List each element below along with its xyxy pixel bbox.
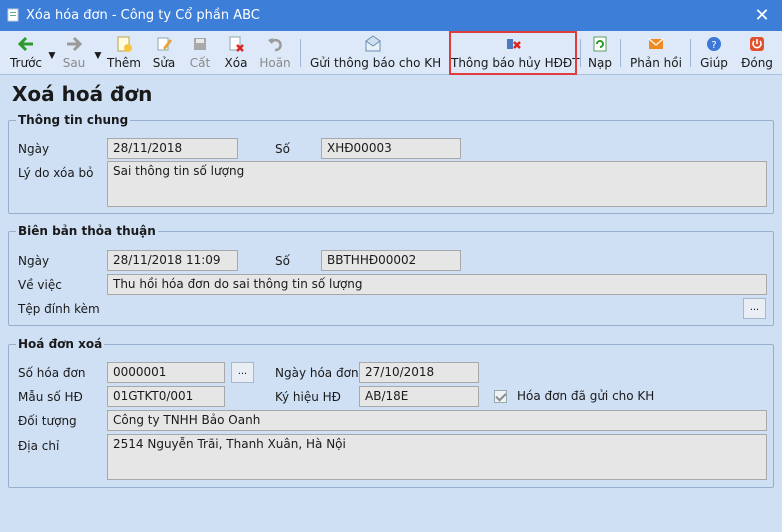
reload-icon xyxy=(593,36,607,52)
date-label: Ngày xyxy=(18,142,50,156)
sent-label: Hóa đơn đã gửi cho KH xyxy=(517,389,655,403)
help-icon: ? xyxy=(707,37,721,51)
reload-button[interactable]: Nạp xyxy=(586,33,614,73)
toolbar-separator xyxy=(300,39,301,67)
next-button[interactable]: Sau xyxy=(56,33,92,73)
invoice-number-label: Số hóa đơn xyxy=(18,366,86,380)
agreement-number-field[interactable]: BBTHHĐ00002 xyxy=(321,250,461,271)
envelope-icon xyxy=(365,35,381,52)
power-icon xyxy=(750,37,764,51)
toolbar-separator xyxy=(690,39,691,67)
feedback-button[interactable]: Phản hồi xyxy=(628,33,684,73)
delete-document-icon xyxy=(229,36,244,52)
add-button[interactable]: Thêm xyxy=(104,33,144,73)
object-field[interactable]: Công ty TNHH Bảo Oanh xyxy=(107,410,767,431)
arrow-right-icon xyxy=(67,36,83,52)
svg-text:?: ? xyxy=(711,40,716,51)
next-dropdown-caret[interactable]: ▼ xyxy=(92,48,104,62)
save-disk-icon xyxy=(194,38,206,50)
edit-pencil-icon xyxy=(157,37,172,51)
attachment-label: Tệp đính kèm xyxy=(18,302,100,316)
undo-button[interactable]: Hoãn xyxy=(256,33,294,73)
reason-label: Lý do xóa bỏ xyxy=(18,166,94,180)
undo-icon xyxy=(268,38,282,52)
invoice-group: Hoá đơn xoá Số hóa đơn 0000001 ... Ngày … xyxy=(8,337,774,488)
template-field[interactable]: 01GTKT0/001 xyxy=(107,386,225,407)
date-field[interactable]: 28/11/2018 xyxy=(107,138,238,159)
subject-label: Về việc xyxy=(18,278,62,292)
agreement-group: Biên bản thỏa thuận Ngày 28/11/2018 11:0… xyxy=(8,224,774,326)
invoice-date-field[interactable]: 27/10/2018 xyxy=(359,362,479,383)
agreement-date-label: Ngày xyxy=(18,254,50,268)
group-title: Hoá đơn xoá xyxy=(16,337,105,351)
app-icon xyxy=(7,8,19,22)
group-title: Biên bản thỏa thuận xyxy=(16,224,158,238)
toolbar-separator xyxy=(580,39,581,67)
reason-field[interactable]: Sai thông tin số lượng xyxy=(107,161,767,207)
prev-button[interactable]: Trước xyxy=(6,33,46,73)
delete-button[interactable]: Xóa xyxy=(220,33,252,73)
symbol-field[interactable]: AB/18E xyxy=(359,386,479,407)
save-button[interactable]: Cất xyxy=(184,33,216,73)
page-title: Xoá hoá đơn xyxy=(12,82,153,106)
highlight-box xyxy=(449,31,577,75)
window-close-button[interactable]: ✕ xyxy=(752,5,772,25)
number-label: Số xyxy=(275,142,290,156)
symbol-label: Ký hiệu HĐ xyxy=(275,390,341,404)
toolbar-separator xyxy=(620,39,621,67)
invoice-lookup-button[interactable]: ... xyxy=(231,362,254,383)
agreement-number-label: Số xyxy=(275,254,290,268)
mail-icon xyxy=(648,38,664,49)
number-field[interactable]: XHĐ00003 xyxy=(321,138,461,159)
sent-checkbox[interactable] xyxy=(494,390,507,403)
general-info-group: Thông tin chung Ngày 28/11/2018 Số XHĐ00… xyxy=(8,113,774,214)
template-label: Mẫu số HĐ xyxy=(18,390,83,404)
send-notice-button[interactable]: Gửi thông báo cho KH xyxy=(310,33,441,73)
title-bar: Xóa hóa đơn - Công ty Cổ phần ABC ✕ xyxy=(0,0,782,31)
window-title: Xóa hóa đơn - Công ty Cổ phần ABC xyxy=(26,8,260,23)
address-label: Địa chỉ xyxy=(18,439,60,453)
edit-button[interactable]: Sửa xyxy=(148,33,180,73)
invoice-number-field[interactable]: 0000001 xyxy=(107,362,225,383)
address-field[interactable]: 2514 Nguyễn Trãi, Thanh Xuân, Hà Nội xyxy=(107,434,767,480)
invoice-date-label: Ngày hóa đơn xyxy=(275,366,359,380)
agreement-date-field[interactable]: 28/11/2018 11:09 xyxy=(107,250,238,271)
close-button[interactable]: Đóng xyxy=(738,33,776,73)
arrow-left-icon xyxy=(17,36,33,52)
help-button[interactable]: ? Giúp xyxy=(696,33,732,73)
object-label: Đối tượng xyxy=(18,414,77,428)
attachment-browse-button[interactable]: ... xyxy=(743,298,766,319)
toolbar: Trước ▼ Sau ▼ Thêm Sửa Cất Xóa Hoãn Gửi … xyxy=(0,31,782,75)
subject-field[interactable]: Thu hồi hóa đơn do sai thông tin số lượn… xyxy=(107,274,767,295)
add-document-icon xyxy=(117,36,132,52)
group-title: Thông tin chung xyxy=(16,113,131,127)
